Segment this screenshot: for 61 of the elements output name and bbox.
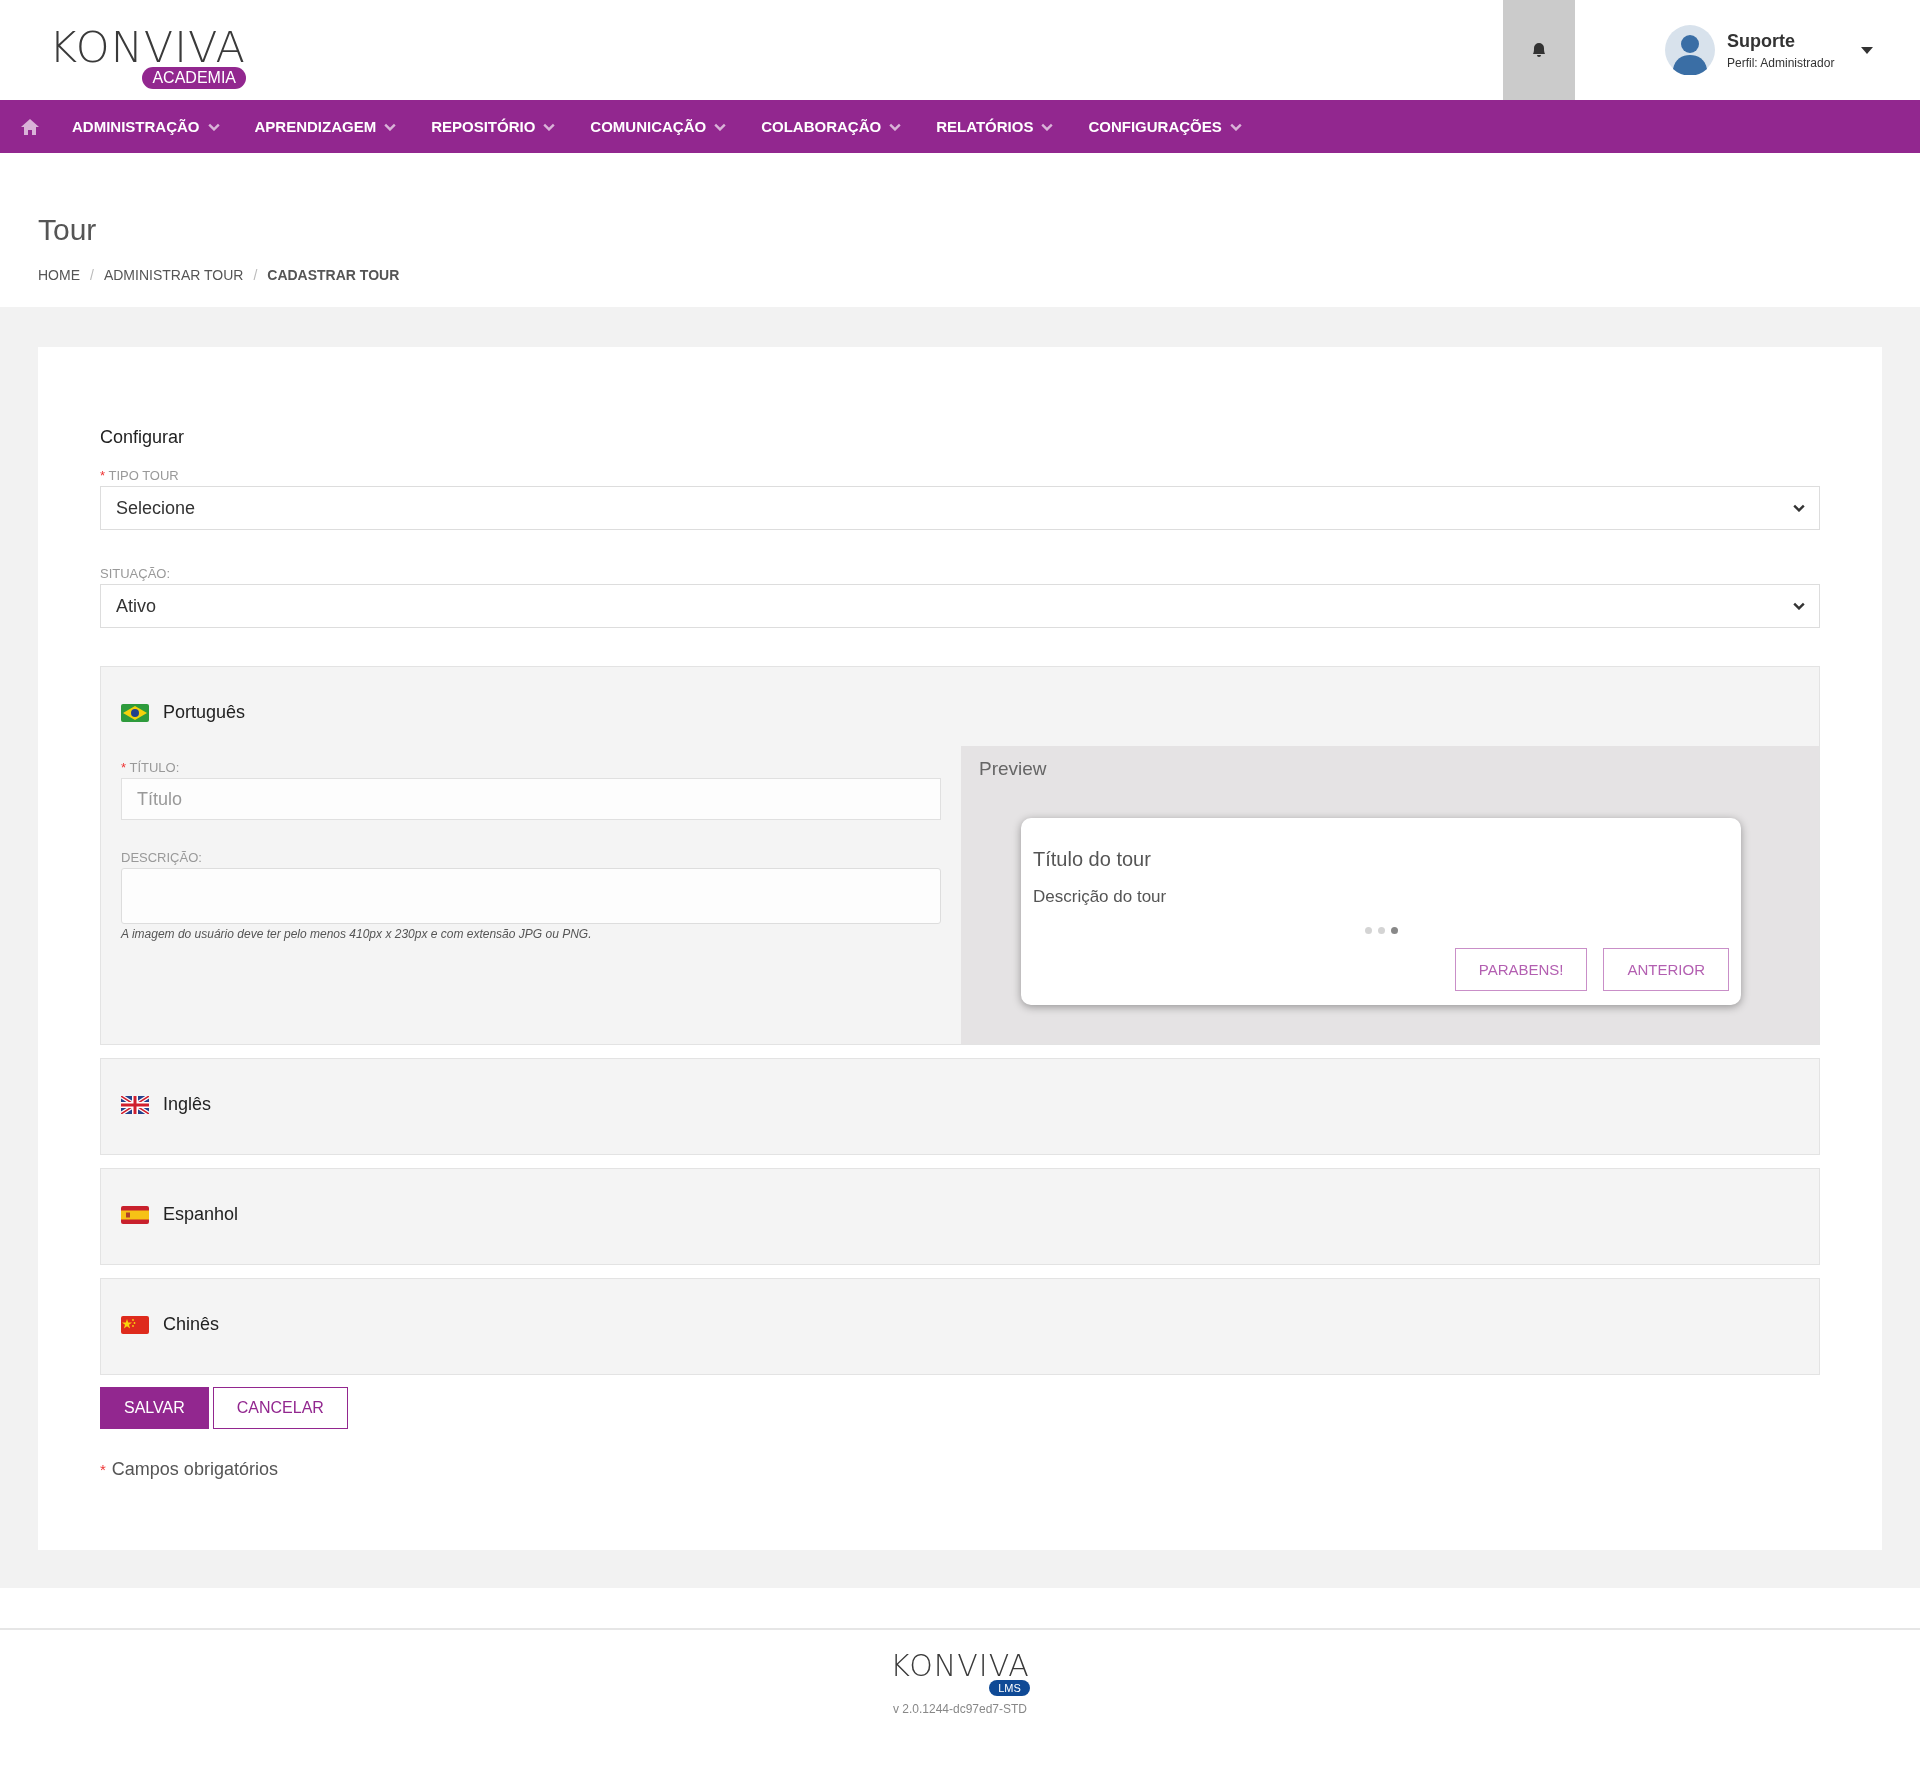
avatar-silhouette-icon	[1665, 25, 1715, 75]
home-icon[interactable]	[20, 117, 40, 136]
nav-menu-item[interactable]: APRENDIZAGEM	[254, 118, 397, 135]
nav-menu-item[interactable]: CONFIGURAÇÕES	[1088, 118, 1242, 135]
chevron-down-icon	[714, 122, 727, 131]
logo-wordmark: KONVIVA	[48, 25, 246, 69]
cancel-button[interactable]: CANCELAR	[212, 1387, 348, 1429]
nav-menu-item[interactable]: COMUNICAÇÃO	[590, 118, 727, 135]
nav-menu-item[interactable]: REPOSITÓRIO	[431, 118, 556, 135]
chevron-down-icon	[1793, 602, 1805, 610]
language-name[interactable]: Inglês	[163, 1094, 212, 1115]
breadcrumb-link[interactable]: ADMINISTRAR TOUR	[103, 267, 244, 283]
field-label: * TIPO TOUR	[100, 468, 180, 483]
uk-flag-icon	[121, 1095, 149, 1114]
chevron-down-icon	[1229, 122, 1242, 131]
spain-flag-icon	[121, 1205, 149, 1224]
select-field[interactable]: Selecione	[100, 486, 1820, 530]
breadcrumb-link[interactable]: HOME	[38, 267, 80, 283]
nav-menu-item[interactable]: COLABORAÇÃO	[761, 118, 902, 135]
chevron-down-icon	[1793, 504, 1805, 512]
step-dot[interactable]	[1390, 927, 1398, 934]
notifications-button[interactable]	[1503, 0, 1575, 100]
china-flag-icon	[121, 1315, 149, 1334]
tour-title: Título do tour	[1033, 848, 1152, 871]
title-input[interactable]: Título	[121, 778, 941, 820]
section-title: Configurar	[100, 427, 186, 448]
chevron-down-icon	[889, 122, 902, 131]
save-button[interactable]: SALVAR	[100, 1387, 209, 1429]
tour-button[interactable]: ANTERIOR	[1603, 948, 1729, 991]
chevron-down-icon	[1041, 122, 1054, 131]
logo-badge: ACADEMIA	[142, 67, 246, 89]
field-label: * TÍTULO:	[121, 760, 181, 775]
select-field[interactable]: Ativo	[100, 584, 1820, 628]
hint-text: A imagem do usuário deve ter pelo menos 410px x 230px e com extensão JPG ou PNG.	[121, 927, 593, 941]
user-profile: Perfil: Administrador	[1727, 55, 1835, 70]
tour-description: Descrição do tour	[1033, 887, 1168, 907]
brazil-flag-icon	[121, 703, 149, 722]
chevron-down-icon	[384, 122, 397, 131]
language-name[interactable]: Chinês	[163, 1314, 220, 1335]
version-text: v 2.0.1244-dc97ed7-STD	[892, 1702, 1028, 1716]
page-title: Tour	[38, 213, 98, 247]
field-label: SITUAÇÃO:	[100, 566, 172, 581]
chevron-down-icon	[207, 122, 220, 131]
language-name[interactable]: Espanhol	[163, 1204, 239, 1225]
breadcrumb-separator: /	[253, 267, 258, 283]
required-fields-note: * Campos obrigatórios	[100, 1459, 279, 1480]
user-name: Suporte	[1727, 30, 1796, 52]
tour-button[interactable]: PARABENS!	[1454, 948, 1588, 991]
breadcrumb-separator: /	[90, 267, 94, 283]
step-dot[interactable]	[1364, 927, 1372, 934]
nav-menu-item[interactable]: RELATÓRIOS	[936, 118, 1054, 135]
language-name[interactable]: Português	[163, 702, 246, 723]
step-dot[interactable]	[1377, 927, 1385, 934]
logo-wordmark: KONVIVA	[890, 1650, 1030, 1682]
chevron-down-icon	[543, 122, 556, 131]
preview-heading: Preview	[979, 758, 1048, 780]
field-label: DESCRIÇÃO:	[121, 850, 203, 865]
logo-badge: LMS	[989, 1680, 1030, 1696]
description-input[interactable]	[121, 868, 941, 924]
nav-menu-item[interactable]: ADMINISTRAÇÃO	[72, 118, 220, 135]
caret-icon[interactable]	[1860, 45, 1875, 55]
